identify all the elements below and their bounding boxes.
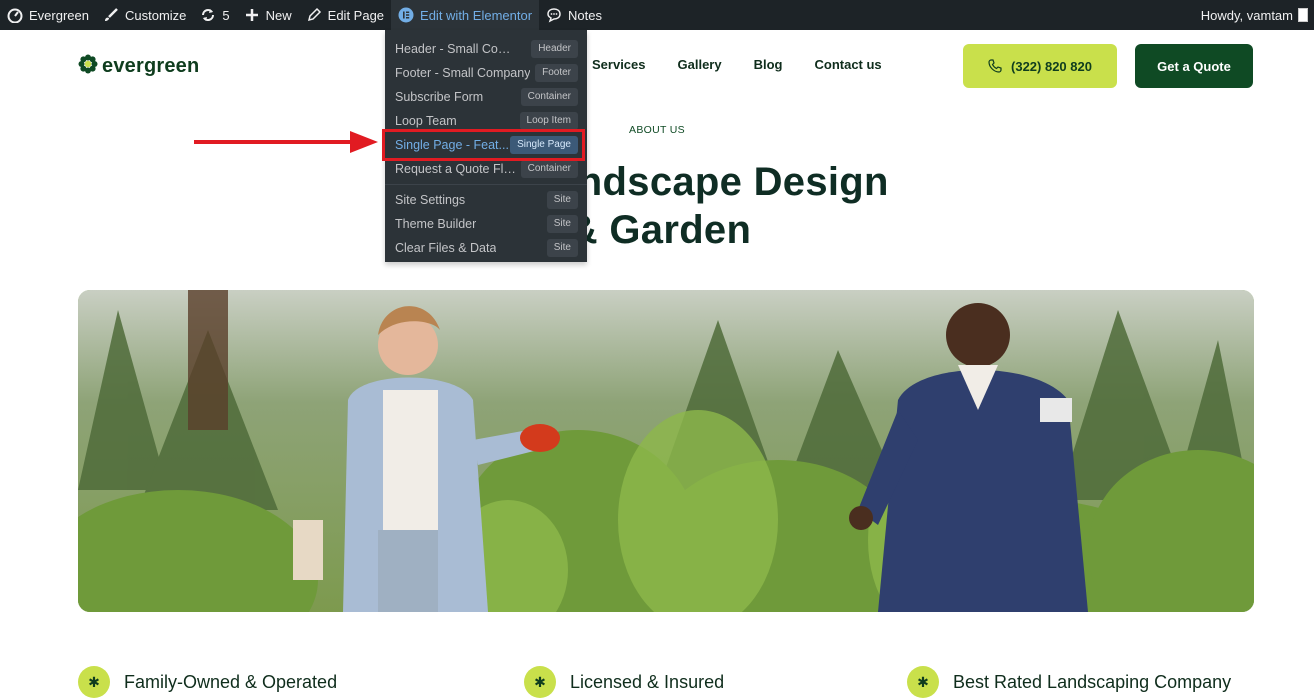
menu-item-label: Footer - Small Company	[395, 66, 531, 80]
greeting: Howdy, vamtam	[1200, 7, 1293, 23]
admin-bar-notes[interactable]: Notes	[539, 0, 609, 30]
new-label: New	[265, 7, 292, 23]
hero-image	[78, 290, 1254, 612]
menu-item-site-settings[interactable]: Site Settings Site	[385, 188, 587, 212]
brush-icon	[103, 7, 119, 23]
admin-bar-new[interactable]: New	[237, 0, 299, 30]
menu-item-tag: Site	[546, 215, 578, 233]
feature-family-owned: ✱ Family-Owned & Operated	[78, 666, 337, 698]
feature-licensed: ✱ Licensed & Insured	[524, 666, 724, 698]
menu-item-tag: Site	[546, 239, 578, 257]
menu-item-label: Site Settings	[395, 193, 466, 207]
asterisk-icon: ✱	[78, 666, 110, 698]
highlight-box	[382, 129, 585, 161]
feature-label: Best Rated Landscaping Company	[953, 671, 1232, 692]
admin-bar-edit-page[interactable]: Edit Page	[299, 0, 391, 30]
nav-blog[interactable]: Blog	[754, 57, 783, 72]
customize-label: Customize	[124, 7, 187, 23]
avatar	[1298, 8, 1308, 22]
main-nav: Services Gallery Blog Contact us	[592, 57, 914, 72]
admin-bar-updates[interactable]: 5	[193, 0, 236, 30]
nav-contact[interactable]: Contact us	[814, 57, 881, 72]
menu-item-label: Subscribe Form	[395, 90, 484, 104]
feature-label: Family-Owned & Operated	[124, 671, 338, 692]
annotation-arrow-head	[350, 131, 378, 153]
refresh-icon	[200, 7, 216, 23]
dashboard-icon	[7, 7, 23, 23]
menu-item-header[interactable]: Header - Small Comp... Header	[385, 37, 587, 61]
menu-item-label: Header - Small Comp...	[395, 42, 517, 56]
menu-item-label: Theme Builder	[395, 217, 477, 231]
menu-item-tag: Loop Item	[519, 112, 578, 130]
menu-item-label: Clear Files & Data	[395, 241, 497, 255]
plus-icon	[244, 7, 260, 23]
menu-item-label: Request a Quote Flo...	[395, 162, 517, 176]
menu-item-tag: Container	[520, 88, 578, 106]
pencil-icon	[306, 7, 322, 23]
nav-gallery[interactable]: Gallery	[678, 57, 722, 72]
admin-bar-customize[interactable]: Customize	[96, 0, 193, 30]
admin-bar-site[interactable]: Evergreen	[0, 0, 96, 30]
phone-icon	[988, 59, 1002, 73]
get-quote-button[interactable]: Get a Quote	[1135, 44, 1253, 88]
site-logo[interactable]: evergreen	[78, 54, 199, 79]
logo-flower-icon	[78, 54, 98, 79]
annotation-arrow-shaft	[194, 140, 354, 144]
site-name: Evergreen	[29, 7, 89, 23]
menu-item-tag: Header	[531, 40, 578, 58]
features-row: ✱ Family-Owned & Operated ✱ Licensed & I…	[0, 666, 1314, 700]
menu-item-tag: Footer	[535, 64, 578, 82]
feature-label: Licensed & Insured	[570, 671, 725, 692]
asterisk-icon: ✱	[524, 666, 556, 698]
phone-button[interactable]: (322) 820 820	[963, 44, 1117, 88]
admin-bar: Evergreen Customize 5 New Edit Page Edit…	[0, 0, 1314, 30]
elementor-icon	[398, 7, 414, 23]
menu-item-label: Loop Team	[395, 114, 457, 128]
nav-services[interactable]: Services	[592, 57, 646, 72]
feature-best-rated: ✱ Best Rated Landscaping Company	[907, 666, 1231, 698]
admin-bar-edit-elementor[interactable]: Edit with Elementor	[391, 0, 540, 30]
get-quote-label: Get a Quote	[1157, 58, 1231, 74]
menu-item-tag: Site	[546, 191, 578, 209]
menu-item-subscribe-form[interactable]: Subscribe Form Container	[385, 85, 587, 109]
menu-divider	[385, 184, 587, 185]
menu-item-theme-builder[interactable]: Theme Builder Site	[385, 212, 587, 236]
section-eyebrow: ABOUT US	[629, 124, 685, 136]
asterisk-icon: ✱	[907, 666, 939, 698]
notes-label: Notes	[568, 7, 602, 23]
menu-item-clear-files[interactable]: Clear Files & Data Site	[385, 236, 587, 260]
menu-item-footer[interactable]: Footer - Small Company Footer	[385, 61, 587, 85]
speech-bubble-icon	[546, 7, 562, 23]
admin-bar-account[interactable]: Howdy, vamtam	[1194, 0, 1314, 30]
logo-text: evergreen	[102, 55, 200, 77]
edit-page-label: Edit Page	[327, 7, 385, 23]
phone-number: (322) 820 820	[1011, 58, 1092, 74]
menu-item-tag: Container	[520, 160, 578, 178]
updates-count: 5	[222, 7, 230, 23]
edit-elementor-label: Edit with Elementor	[420, 7, 533, 23]
